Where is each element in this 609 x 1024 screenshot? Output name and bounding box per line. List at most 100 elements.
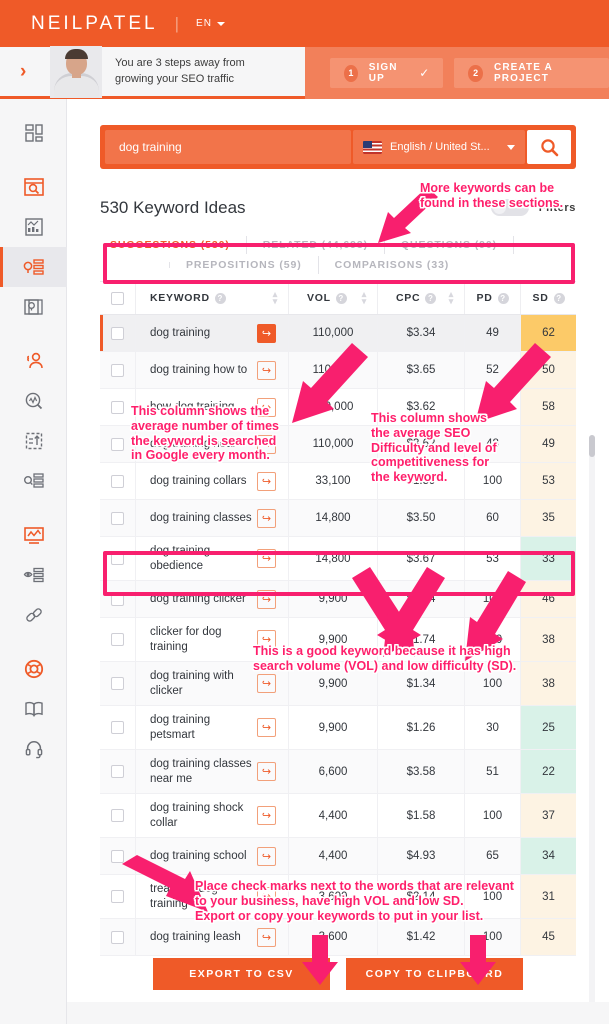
export-to-csv-button[interactable]: EXPORT TO CSV bbox=[153, 958, 330, 990]
table-row[interactable]: dog training ↪ 110,000 $3.34 49 62 bbox=[100, 315, 576, 352]
table-row[interactable]: dog training leash ↪ 3,600 $1.42 100 45 bbox=[100, 919, 576, 956]
row-checkbox[interactable] bbox=[111, 930, 124, 944]
sidebar-item-keyword-lists[interactable] bbox=[0, 461, 67, 501]
table-row[interactable]: clicker for dog training ↪ 9,900 $1.74 100 38 bbox=[100, 618, 576, 662]
open-in-new-icon[interactable]: ↪ bbox=[257, 360, 276, 380]
pd-value: 53 bbox=[486, 552, 499, 565]
row-checkbox[interactable] bbox=[111, 890, 124, 903]
collapse-sidebar-button[interactable]: › bbox=[20, 62, 50, 81]
sort-icon[interactable]: ▴ ▾ bbox=[362, 289, 367, 305]
sort-icon[interactable]: ▴ ▾ bbox=[273, 289, 278, 305]
open-in-new-icon[interactable]: ↪ bbox=[257, 508, 276, 528]
open-in-new-icon[interactable]: ↪ bbox=[257, 887, 276, 906]
open-in-new-icon[interactable]: ↪ bbox=[257, 397, 276, 417]
sidebar-item-traffic-overview[interactable] bbox=[0, 515, 67, 555]
tab-questions[interactable]: QUESTIONS (90) bbox=[401, 236, 515, 254]
help-icon[interactable]: ? bbox=[497, 292, 509, 304]
table-scrollbar[interactable] bbox=[589, 435, 595, 1024]
sidebar-item-support-hub[interactable] bbox=[0, 649, 67, 689]
locale-selector[interactable]: English / United St... bbox=[353, 130, 525, 164]
step-create-a-project[interactable]: 2 CREATE A PROJECT bbox=[454, 58, 609, 88]
row-checkbox[interactable] bbox=[111, 633, 124, 646]
row-checkbox[interactable] bbox=[111, 511, 124, 525]
column-header-sd[interactable]: SD ? bbox=[521, 282, 576, 314]
tab-comparisons[interactable]: COMPARISONS (33) bbox=[335, 256, 466, 274]
sidebar-item-site-audit[interactable] bbox=[0, 167, 67, 207]
language-selector[interactable]: EN bbox=[196, 18, 225, 29]
tab-prepositions[interactable]: PREPOSITIONS (59) bbox=[186, 256, 319, 274]
help-icon[interactable]: ? bbox=[553, 292, 565, 304]
sidebar-item-rank-tracking[interactable] bbox=[0, 421, 67, 461]
table-row[interactable]: dog training school ↪ 4,400 $4.93 65 34 bbox=[100, 838, 576, 875]
open-in-new-icon[interactable]: ↪ bbox=[257, 674, 276, 693]
sidebar-item-seo-explorer[interactable] bbox=[0, 381, 67, 421]
table-row[interactable]: dog training classes near me ↪ 6,600 $3.58 5… bbox=[100, 750, 576, 794]
row-checkbox[interactable] bbox=[111, 849, 124, 863]
row-checkbox[interactable] bbox=[111, 809, 124, 822]
sidebar-item-keyword-ideas[interactable] bbox=[0, 247, 67, 287]
select-all-checkbox[interactable] bbox=[111, 291, 124, 305]
sidebar-item-content-ideas[interactable] bbox=[0, 287, 67, 327]
column-header-keyword[interactable]: KEYWORD ? ▴ ▾ bbox=[136, 282, 289, 314]
table-row[interactable]: dog training obedience ↪ 14,800 $3.67 53 33 bbox=[100, 537, 576, 581]
open-in-new-icon[interactable]: ↪ bbox=[257, 927, 276, 947]
help-icon[interactable]: ? bbox=[214, 292, 226, 304]
sidebar-item-dashboard[interactable] bbox=[0, 113, 67, 153]
search-button[interactable] bbox=[527, 130, 571, 164]
row-checkbox[interactable] bbox=[111, 363, 124, 377]
row-checkbox[interactable] bbox=[111, 765, 124, 778]
row-checkbox[interactable] bbox=[111, 592, 124, 606]
keyword-cell: treats for dog training ↪ bbox=[136, 875, 289, 918]
column-header-cpc[interactable]: CPC ? ▴ ▾ bbox=[378, 282, 465, 314]
vol-value: 9,900 bbox=[318, 721, 348, 734]
row-checkbox[interactable] bbox=[111, 474, 124, 488]
scrollbar-thumb[interactable] bbox=[589, 435, 595, 457]
search-input[interactable] bbox=[105, 130, 351, 164]
step-sign-up[interactable]: 1 SIGN UP ✓ bbox=[330, 58, 444, 88]
help-icon[interactable]: ? bbox=[425, 292, 437, 304]
sidebar-item-learn[interactable] bbox=[0, 689, 67, 729]
open-in-new-icon[interactable]: ↪ bbox=[257, 846, 276, 866]
row-checkbox[interactable] bbox=[111, 437, 124, 451]
row-checkbox[interactable] bbox=[111, 326, 124, 340]
table-row[interactable]: dog training shock collar ↪ 4,400 $1.58 100 3… bbox=[100, 794, 576, 838]
sd-value: 34 bbox=[542, 850, 555, 862]
column-header-pd[interactable]: PD ? bbox=[465, 282, 521, 314]
row-checkbox[interactable] bbox=[111, 721, 124, 734]
open-in-new-icon[interactable]: ↪ bbox=[257, 549, 276, 568]
sidebar-item-help[interactable] bbox=[0, 729, 67, 769]
help-icon[interactable]: ? bbox=[335, 292, 347, 304]
copy-to-clipboard-button[interactable]: COPY TO CLIPBOARD bbox=[346, 958, 523, 990]
column-label: KEYWORD bbox=[150, 292, 210, 304]
table-row[interactable]: dog training with clicker ↪ 9,900 $1.34 100 3… bbox=[100, 662, 576, 706]
tab-related[interactable]: RELATED (44,693) bbox=[263, 236, 385, 254]
table-row[interactable]: dog training near ↪ 110,000 $3.62 48 49 bbox=[100, 426, 576, 463]
open-in-new-icon[interactable]: ↪ bbox=[257, 718, 276, 737]
table-row[interactable]: how dog training ↪ 110,000 $3.62 52 58 bbox=[100, 389, 576, 426]
open-in-new-icon[interactable]: ↪ bbox=[257, 630, 276, 649]
sidebar-item-visibility[interactable] bbox=[0, 555, 67, 595]
row-checkbox[interactable] bbox=[111, 677, 124, 690]
open-in-new-icon[interactable]: ↪ bbox=[257, 471, 276, 491]
sidebar-item-traffic-analyzer[interactable] bbox=[0, 207, 67, 247]
filters-toggle[interactable] bbox=[490, 199, 529, 216]
table-row[interactable]: dog training clicker ↪ 9,900 $1.44 100 46 bbox=[100, 581, 576, 618]
open-in-new-icon[interactable]: ↪ bbox=[257, 762, 276, 781]
open-in-new-icon[interactable]: ↪ bbox=[257, 589, 276, 609]
open-in-new-icon[interactable]: ↪ bbox=[257, 434, 276, 454]
table-row[interactable]: treats for dog training ↪ 3,600 $2.14 100 31 bbox=[100, 875, 576, 919]
table-row[interactable]: dog training collars ↪ 33,100 $1.59 100 53 bbox=[100, 463, 576, 500]
sidebar-item-competitors[interactable] bbox=[0, 341, 67, 381]
vol-value: 110,000 bbox=[312, 327, 354, 339]
open-in-new-icon[interactable]: ↪ bbox=[257, 806, 276, 825]
open-in-new-icon[interactable]: ↪ bbox=[257, 323, 276, 343]
tab-suggestions[interactable]: SUGGESTIONS (530) bbox=[110, 236, 247, 254]
table-row[interactable]: dog training how to ↪ 110,000 $3.65 52 50 bbox=[100, 352, 576, 389]
table-row[interactable]: dog training classes ↪ 14,800 $3.50 60 35 bbox=[100, 500, 576, 537]
row-checkbox[interactable] bbox=[111, 552, 124, 565]
table-row[interactable]: dog training petsmart ↪ 9,900 $1.26 30 25 bbox=[100, 706, 576, 750]
sidebar-item-backlinks[interactable] bbox=[0, 595, 67, 635]
row-checkbox[interactable] bbox=[111, 400, 124, 414]
column-header-vol[interactable]: VOL ? ▴ ▾ bbox=[289, 282, 378, 314]
sort-icon[interactable]: ▴ ▾ bbox=[449, 289, 454, 305]
